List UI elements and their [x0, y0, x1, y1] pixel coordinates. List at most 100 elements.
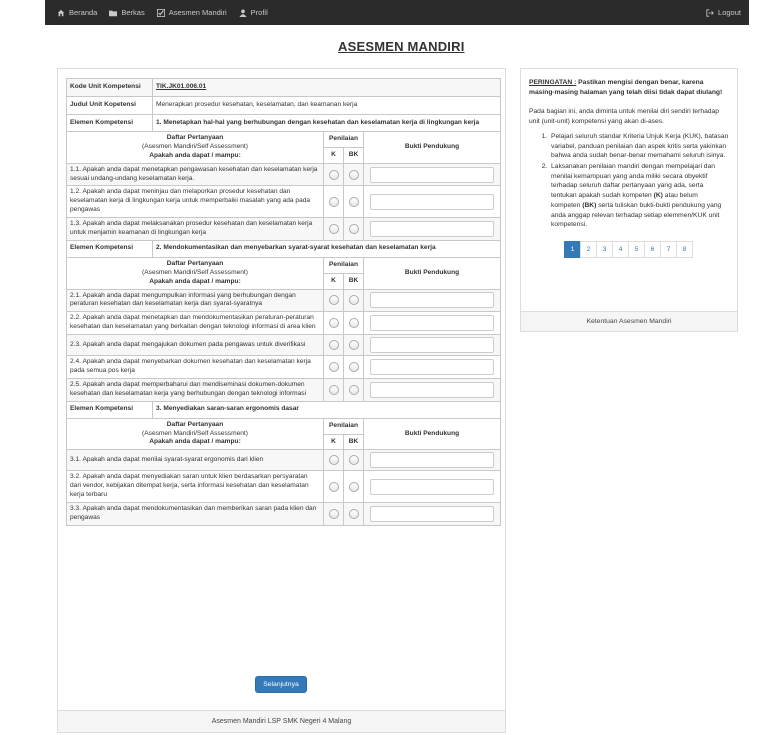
question-header-prompt: Apakah anda dapat / mampu:	[149, 438, 241, 446]
page-3[interactable]: 3	[596, 241, 613, 259]
radio-k[interactable]	[328, 224, 339, 235]
page-title: ASESMEN MANDIRI	[338, 39, 465, 54]
k-header: K	[323, 433, 344, 451]
question-header-subtitle: (Asesmen Mandiri/Self Assessment)	[142, 142, 248, 150]
top-navbar: Beranda Berkas Asesmen Mandiri Profil Lo…	[45, 0, 749, 25]
bk-header: BK	[343, 272, 364, 290]
question-row: 3.3. Apakah anda dapat mendokumentasikan…	[66, 502, 502, 526]
page-7[interactable]: 7	[660, 241, 677, 259]
kode-unit-label: Kode Unit Kompetensi	[66, 78, 153, 97]
radio-k[interactable]	[328, 340, 339, 351]
nav-berkas-label: Berkas	[121, 8, 145, 17]
bukti-input[interactable]	[370, 315, 495, 332]
pagination: 12345678	[529, 241, 729, 259]
logout-icon	[706, 8, 714, 17]
radio-k[interactable]	[328, 508, 339, 519]
question-text: 2.3. Apakah anda dapat mengajukan dokume…	[66, 334, 324, 357]
penilaian-header: Penilaian	[323, 131, 364, 148]
page-8[interactable]: 8	[676, 241, 693, 259]
page-4[interactable]: 4	[612, 241, 629, 259]
question-row: 2.1. Apakah anda dapat mengumpulkan info…	[66, 288, 502, 313]
bukti-input[interactable]	[370, 292, 495, 309]
radio-bk[interactable]	[348, 295, 359, 306]
question-header: Daftar Pertanyaan (Asesmen Mandiri/Self A…	[66, 417, 324, 451]
bk-header: BK	[343, 433, 364, 451]
page-6[interactable]: 6	[644, 241, 661, 259]
radio-k[interactable]	[328, 318, 339, 329]
question-text: 1.2. Apakah anda dapat meninjau dan mela…	[66, 185, 324, 219]
main-panel-footer: Asesmen Mandiri LSP SMK Negeri 4 Malang	[58, 710, 505, 732]
elemen-label: Elemen Kompetensi	[66, 400, 153, 419]
radio-bk[interactable]	[348, 384, 359, 395]
radio-k[interactable]	[328, 169, 339, 180]
radio-k[interactable]	[328, 295, 339, 306]
bukti-input[interactable]	[370, 478, 495, 495]
logout-button[interactable]: Logout	[706, 8, 741, 17]
home-icon	[57, 9, 65, 16]
question-row: 2.5. Apakah anda dapat memperbaharui dan…	[66, 377, 502, 402]
radio-bk[interactable]	[348, 196, 359, 207]
k-header: K	[323, 146, 344, 164]
bukti-input[interactable]	[370, 505, 495, 522]
radio-bk[interactable]	[348, 455, 359, 466]
nav-profil-label: Profil	[250, 8, 268, 17]
bukti-header: Bukti Pendukung	[362, 417, 502, 451]
warning-label: PERINGATAN :	[529, 79, 577, 86]
question-text: 3.3. Apakah anda dapat mendokumentasikan…	[66, 502, 324, 526]
nav-asesmen-mandiri[interactable]: Asesmen Mandiri	[156, 8, 227, 17]
question-row: 3.1. Apakah anda dapat menilai syarat-sy…	[66, 449, 502, 472]
radio-bk[interactable]	[348, 340, 359, 351]
question-header: Daftar Pertanyaan (Asesmen Mandiri/Self A…	[66, 131, 324, 164]
question-header-prompt: Apakah anda dapat / mampu:	[149, 151, 241, 159]
question-header-title: Daftar Pertanyaan	[166, 134, 224, 141]
question-text: 3.1. Apakah anda dapat menilai syarat-sy…	[66, 449, 324, 472]
page-2[interactable]: 2	[580, 241, 597, 259]
radio-k[interactable]	[328, 196, 339, 207]
elemen-title-3: 3. Menyediakan saran-saran ergonomis das…	[151, 400, 502, 419]
nav-asesmen-label: Asesmen Mandiri	[168, 8, 227, 17]
page-1[interactable]: 1	[564, 241, 581, 259]
radio-bk[interactable]	[348, 481, 359, 492]
elemen-label: Elemen Kompetensi	[66, 239, 153, 258]
radio-k[interactable]	[328, 455, 339, 466]
question-header-title: Daftar Pertanyaan	[166, 259, 224, 267]
radio-k[interactable]	[328, 384, 339, 395]
bukti-input[interactable]	[370, 452, 495, 469]
page-5[interactable]: 5	[628, 241, 645, 259]
nav-beranda-label: Beranda	[69, 8, 98, 17]
elemen-title-1: 1. Menetapkan hal-hal yang berhubungan d…	[151, 114, 502, 132]
nav-beranda[interactable]: Beranda	[57, 8, 97, 17]
bukti-input[interactable]	[370, 337, 495, 354]
nav-berkas[interactable]: Berkas	[109, 8, 145, 17]
question-row: 2.3. Apakah anda dapat mengajukan dokume…	[66, 334, 502, 357]
nav-profil[interactable]: Profil	[239, 8, 268, 17]
bukti-input[interactable]	[370, 359, 495, 376]
question-header-title: Daftar Pertanyaan	[166, 420, 224, 428]
bukti-input[interactable]	[370, 221, 495, 238]
radio-bk[interactable]	[348, 224, 359, 235]
radio-k[interactable]	[328, 481, 339, 492]
question-text: 2.4. Apakah anda dapat menyebarkan dokum…	[66, 355, 324, 379]
penilaian-header: Penilaian	[323, 417, 364, 435]
question-header: Daftar Pertanyaan (Asesmen Mandiri/Self A…	[66, 256, 324, 290]
radio-bk[interactable]	[348, 508, 359, 519]
intro-text: Pada bagian ini, anda diminta untuk meni…	[529, 108, 719, 126]
instruction-list: Pelajari seluruh standar Kriteria Unjuk …	[549, 132, 729, 230]
question-row: 3.2. Apakah anda dapat menyediakan saran…	[66, 470, 502, 504]
radio-bk[interactable]	[348, 169, 359, 180]
next-button[interactable]: Selanjutnya	[255, 676, 307, 693]
user-icon	[239, 9, 247, 17]
question-text: 2.5. Apakah anda dapat memperbaharui dan…	[66, 377, 324, 402]
k-header: K	[323, 272, 344, 290]
radio-k[interactable]	[328, 362, 339, 373]
bukti-input[interactable]	[370, 193, 495, 210]
radio-bk[interactable]	[348, 362, 359, 373]
check-icon	[156, 8, 165, 17]
question-row: 1.1. Apakah anda dapat menetapkan pengaw…	[66, 162, 502, 187]
bukti-input[interactable]	[370, 166, 495, 183]
bukti-input[interactable]	[370, 381, 495, 398]
kode-unit-link[interactable]: TIK.JK01.006.01	[151, 78, 502, 97]
radio-bk[interactable]	[348, 318, 359, 329]
assessment-table: Kode Unit Kompetensi TIK.JK01.006.01 Jud…	[66, 78, 502, 526]
elemen-title-2: 2. Mendokumentasikan dan menyebarkan sya…	[151, 239, 502, 258]
